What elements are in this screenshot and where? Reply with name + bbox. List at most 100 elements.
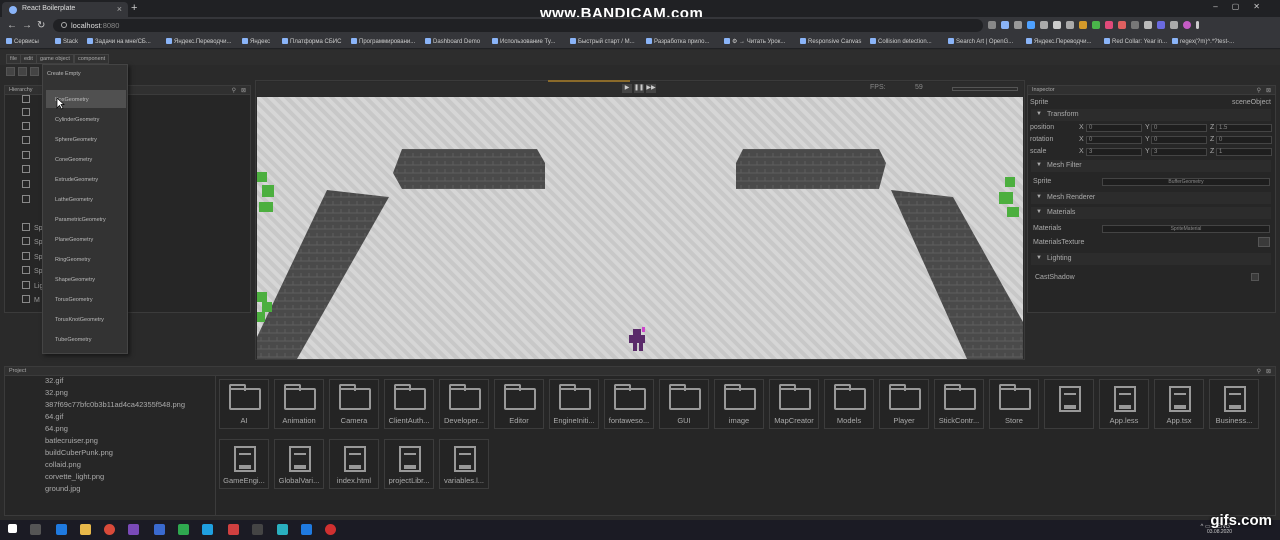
bookmark-item[interactable]: Red Collar: Year in... — [1104, 38, 1167, 45]
file-item[interactable]: ground.jpg — [45, 484, 80, 493]
scale-z-input[interactable]: 1 — [1216, 148, 1272, 156]
scale-y-input[interactable]: 3 — [1151, 148, 1207, 156]
bookmark-item[interactable]: Разработка прило... — [646, 38, 710, 45]
file-item[interactable]: 387f69c77bfc0b3b11ad4ca42355f548.png — [45, 400, 185, 409]
section-lighting[interactable]: Lighting — [1031, 253, 1271, 265]
hierarchy-row[interactable]: Sp — [22, 237, 43, 246]
cast-shadow-checkbox[interactable] — [1251, 273, 1259, 281]
hierarchy-row[interactable] — [22, 195, 34, 204]
file-tile[interactable]: Business... — [1209, 379, 1259, 429]
folder-tile[interactable]: EngineIniti... — [549, 379, 599, 429]
folder-tile[interactable]: Camera — [329, 379, 379, 429]
hierarchy-row[interactable] — [22, 136, 34, 145]
hierarchy-row[interactable] — [22, 151, 34, 160]
materials-select[interactable]: SpriteMaterial — [1102, 225, 1270, 233]
app-icon[interactable] — [154, 524, 165, 535]
menu-item-torus-geometry[interactable]: TorusGeometry — [55, 297, 93, 303]
hierarchy-row[interactable]: Sp — [22, 223, 43, 232]
play-button[interactable]: ▶ — [622, 84, 632, 93]
hierarchy-row[interactable]: Sp — [22, 266, 43, 275]
bandicam-icon[interactable] — [325, 524, 336, 535]
close-panel-icon[interactable]: ⊠ — [241, 87, 246, 94]
app-icon[interactable] — [128, 524, 139, 535]
menu-item-extrude-geometry[interactable]: ExtrudeGeometry — [55, 177, 98, 183]
rotation-x-input[interactable]: 0 — [1086, 136, 1142, 144]
folder-tile[interactable]: ClientAuth... — [384, 379, 434, 429]
section-transform[interactable]: Transform — [1031, 109, 1271, 121]
start-icon[interactable] — [8, 524, 17, 533]
scale-x-input[interactable]: 3 — [1086, 148, 1142, 156]
file-item[interactable]: 64.gif — [45, 412, 63, 421]
back-icon[interactable]: ← — [7, 20, 17, 31]
bookmark-item[interactable]: Сервисы — [6, 38, 39, 45]
reload-icon[interactable]: ↻ — [37, 20, 45, 31]
bookmark-item[interactable]: regex(?m)^.*?test-... — [1172, 38, 1234, 45]
bookmark-item[interactable]: Использование Ty... — [492, 38, 555, 45]
close-tab-icon[interactable]: × — [117, 4, 122, 14]
bookmark-item[interactable]: Программировани... — [351, 38, 415, 45]
skype-icon[interactable] — [202, 524, 213, 535]
menu-item-shape-geometry[interactable]: ShapeGeometry — [55, 277, 95, 283]
menu-component[interactable]: component — [74, 54, 110, 64]
menu-item-cylinder-geometry[interactable]: CylinderGeometry — [55, 117, 99, 123]
explorer-icon[interactable] — [80, 524, 91, 535]
position-x-input[interactable]: 0 — [1086, 124, 1142, 132]
bookmark-item[interactable]: Задачи на мне/СБ... — [87, 38, 151, 45]
site-info-icon[interactable] — [61, 22, 67, 28]
position-z-input[interactable]: 1.5 — [1216, 124, 1272, 132]
file-item[interactable]: batlecruiser.png — [45, 436, 98, 445]
menu-file[interactable]: file — [6, 54, 22, 64]
folder-tile[interactable]: AI — [219, 379, 269, 429]
browser-tab[interactable]: React Boilerplate × — [2, 2, 128, 17]
folder-tile[interactable]: Models — [824, 379, 874, 429]
file-item[interactable]: 32.gif — [45, 376, 63, 385]
bookmark-item[interactable]: Responsive Canvas — [800, 38, 861, 45]
edge-icon[interactable] — [56, 524, 67, 535]
mesh-filter-select[interactable]: BufferGeometry — [1102, 178, 1270, 186]
menu-item-sphere-geometry[interactable]: SphereGeometry — [55, 137, 97, 143]
hierarchy-row[interactable] — [22, 165, 34, 174]
folder-tile[interactable]: Editor — [494, 379, 544, 429]
window-controls[interactable]: –▢✕ — [1213, 2, 1274, 11]
menu-game-object[interactable]: game object — [36, 54, 74, 64]
file-tile[interactable]: App.tsx — [1154, 379, 1204, 429]
menu-item-ring-geometry[interactable]: RingGeometry — [55, 257, 90, 263]
file-tile[interactable]: GlobalVari... — [274, 439, 324, 489]
close-panel-icon[interactable]: ⊠ — [1266, 368, 1271, 375]
tool-hand-icon[interactable] — [6, 67, 15, 76]
bookmark-item[interactable]: Яндекс — [242, 38, 270, 45]
folder-tile[interactable]: MapCreator — [769, 379, 819, 429]
bookmark-item[interactable]: Платформа СБИС — [282, 38, 341, 45]
materials-texture-slot[interactable] — [1258, 237, 1270, 247]
file-tile[interactable]: GameEngi... — [219, 439, 269, 489]
bookmark-item[interactable]: ⚙ → Читать Урок... — [724, 38, 785, 45]
bookmark-item[interactable]: Search Art | OpenG... — [948, 38, 1013, 45]
file-tile[interactable]: projectLibr... — [384, 439, 434, 489]
pin-icon[interactable]: ⚲ — [1257, 368, 1261, 375]
hierarchy-row[interactable]: M — [22, 295, 40, 304]
bookmark-item[interactable]: Collision detection... — [870, 38, 932, 45]
url-input[interactable]: localhost:8080 — [53, 19, 983, 32]
hierarchy-row[interactable] — [22, 122, 34, 131]
menu-item-tube-geometry[interactable]: TubeGeometry — [55, 337, 91, 343]
file-item[interactable]: buildCuberPunk.png — [45, 448, 113, 457]
folder-tile[interactable]: GUI — [659, 379, 709, 429]
bookmark-item[interactable]: Dashboard Demo — [425, 38, 480, 45]
folder-tile[interactable]: Animation — [274, 379, 324, 429]
rotation-z-input[interactable]: 0 — [1216, 136, 1272, 144]
app-icon[interactable] — [228, 524, 239, 535]
folder-tile[interactable]: image — [714, 379, 764, 429]
bookmark-item[interactable]: Stack — [55, 38, 78, 45]
pin-icon[interactable]: ⚲ — [1257, 87, 1261, 94]
create-empty-item[interactable]: Create Empty — [47, 71, 81, 77]
hierarchy-row[interactable] — [22, 95, 34, 104]
file-item[interactable]: collaid.png — [45, 460, 81, 469]
app-icon[interactable] — [277, 524, 288, 535]
folder-tile[interactable]: StickContr... — [934, 379, 984, 429]
pin-icon[interactable]: ⚲ — [232, 87, 236, 94]
app-icon[interactable] — [301, 524, 312, 535]
folder-tile[interactable]: Player — [879, 379, 929, 429]
hierarchy-row[interactable] — [22, 108, 34, 117]
hierarchy-row[interactable] — [22, 180, 34, 189]
tool-move-icon[interactable] — [18, 67, 27, 76]
